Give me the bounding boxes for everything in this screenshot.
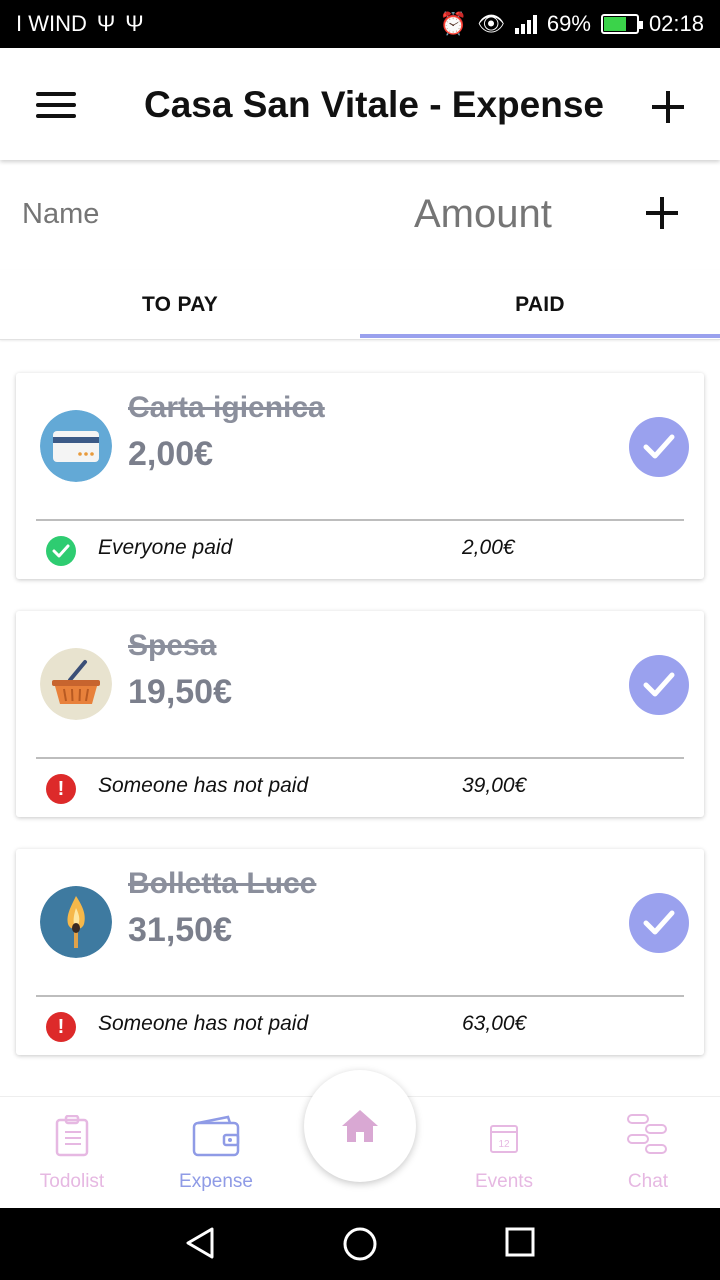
eye-icon: 👁 bbox=[476, 11, 505, 36]
clock: 02:18 bbox=[648, 11, 704, 36]
nav-todolist[interactable]: Todolist bbox=[0, 1097, 144, 1209]
recents-icon[interactable] bbox=[504, 1226, 536, 1258]
wallet-icon bbox=[192, 1115, 240, 1157]
check-icon bbox=[643, 672, 675, 697]
expense-card[interactable]: Spesa 19,50€ ! Someone has not paid 39,0… bbox=[16, 611, 704, 817]
nav-expense[interactable]: Expense bbox=[144, 1097, 288, 1209]
check-circle-icon bbox=[46, 536, 76, 566]
paid-toggle-button[interactable] bbox=[629, 893, 689, 953]
payment-status-text: Someone has not paid bbox=[98, 1012, 309, 1035]
tab-indicator bbox=[360, 334, 720, 338]
home-icon bbox=[342, 1110, 378, 1142]
usb-icon-2: Ψ bbox=[125, 11, 144, 36]
payment-status-total: 2,00€ bbox=[462, 536, 515, 559]
plus-icon bbox=[652, 91, 684, 123]
card-divider bbox=[36, 995, 684, 997]
card-divider bbox=[36, 519, 684, 521]
app-bar: Casa San Vitale - Expense bbox=[0, 48, 720, 160]
clipboard-icon bbox=[55, 1115, 89, 1157]
usb-icon: Ψ bbox=[96, 11, 116, 36]
status-left: I WIND Ψ Ψ bbox=[16, 11, 144, 37]
paid-toggle-button[interactable] bbox=[629, 417, 689, 477]
expense-card[interactable]: Carta igienica 2,00€ Everyone paid 2,00€ bbox=[16, 373, 704, 579]
expense-name: Bolletta Luce bbox=[128, 867, 317, 900]
status-bar: I WIND Ψ Ψ ⏰ 👁 69% 02:18 bbox=[0, 0, 720, 48]
chat-bubbles-icon bbox=[627, 1114, 667, 1154]
tab-bar: TO PAY PAID bbox=[0, 270, 720, 340]
nav-label: Events bbox=[474, 1171, 534, 1192]
nav-label: Chat bbox=[627, 1171, 669, 1192]
back-icon[interactable] bbox=[184, 1226, 216, 1260]
card-divider bbox=[36, 757, 684, 759]
battery-icon bbox=[600, 14, 643, 34]
nav-chat[interactable]: Chat bbox=[576, 1097, 720, 1209]
tab-to-pay[interactable]: TO PAY bbox=[0, 270, 360, 340]
expense-amount: 31,50€ bbox=[128, 911, 232, 949]
shopping-basket-icon bbox=[40, 648, 112, 720]
check-icon bbox=[643, 434, 675, 459]
home-button[interactable] bbox=[304, 1070, 416, 1182]
page-title: Casa San Vitale - Expense bbox=[144, 84, 604, 125]
add-button[interactable] bbox=[652, 84, 684, 130]
status-right: ⏰ 👁 69% 02:18 bbox=[440, 11, 704, 37]
payment-status-total: 39,00€ bbox=[462, 774, 527, 797]
payment-status-text: Everyone paid bbox=[98, 536, 233, 559]
amount-field[interactable] bbox=[414, 192, 614, 237]
calendar-icon: 12 bbox=[490, 1125, 518, 1153]
check-icon bbox=[643, 910, 675, 935]
calendar-date: 12 bbox=[498, 1139, 510, 1150]
alert-circle-icon: ! bbox=[46, 774, 76, 804]
add-expense-button[interactable] bbox=[646, 190, 678, 238]
signal-icon bbox=[514, 14, 537, 34]
battery-percent: 69% bbox=[546, 11, 591, 36]
hamburger-menu-icon[interactable] bbox=[36, 92, 76, 118]
expense-amount: 2,00€ bbox=[128, 435, 214, 473]
new-expense-row bbox=[0, 160, 720, 270]
carrier-label: I WIND bbox=[16, 11, 87, 36]
nav-events[interactable]: 12 Events bbox=[432, 1097, 576, 1209]
expense-name: Spesa bbox=[128, 629, 217, 662]
system-nav-bar bbox=[0, 1208, 720, 1280]
expense-name: Carta igienica bbox=[128, 391, 325, 424]
nav-label: Todolist bbox=[39, 1171, 105, 1192]
plus-icon bbox=[646, 197, 678, 229]
paid-toggle-button[interactable] bbox=[629, 655, 689, 715]
expense-amount: 19,50€ bbox=[128, 673, 232, 711]
payment-status-total: 63,00€ bbox=[462, 1012, 527, 1035]
nav-label: Expense bbox=[179, 1171, 253, 1192]
alarm-icon: ⏰ bbox=[439, 11, 467, 36]
expense-card[interactable]: Bolletta Luce 31,50€ ! Someone has not p… bbox=[16, 849, 704, 1055]
battery-fill bbox=[603, 17, 626, 31]
payment-status-text: Someone has not paid bbox=[98, 774, 309, 797]
credit-card-icon bbox=[40, 410, 112, 482]
alert-circle-icon: ! bbox=[46, 1012, 76, 1042]
tab-paid[interactable]: PAID bbox=[360, 270, 720, 340]
name-field[interactable] bbox=[22, 198, 382, 231]
home-nav-icon[interactable] bbox=[342, 1226, 378, 1262]
match-flame-icon bbox=[40, 886, 112, 958]
